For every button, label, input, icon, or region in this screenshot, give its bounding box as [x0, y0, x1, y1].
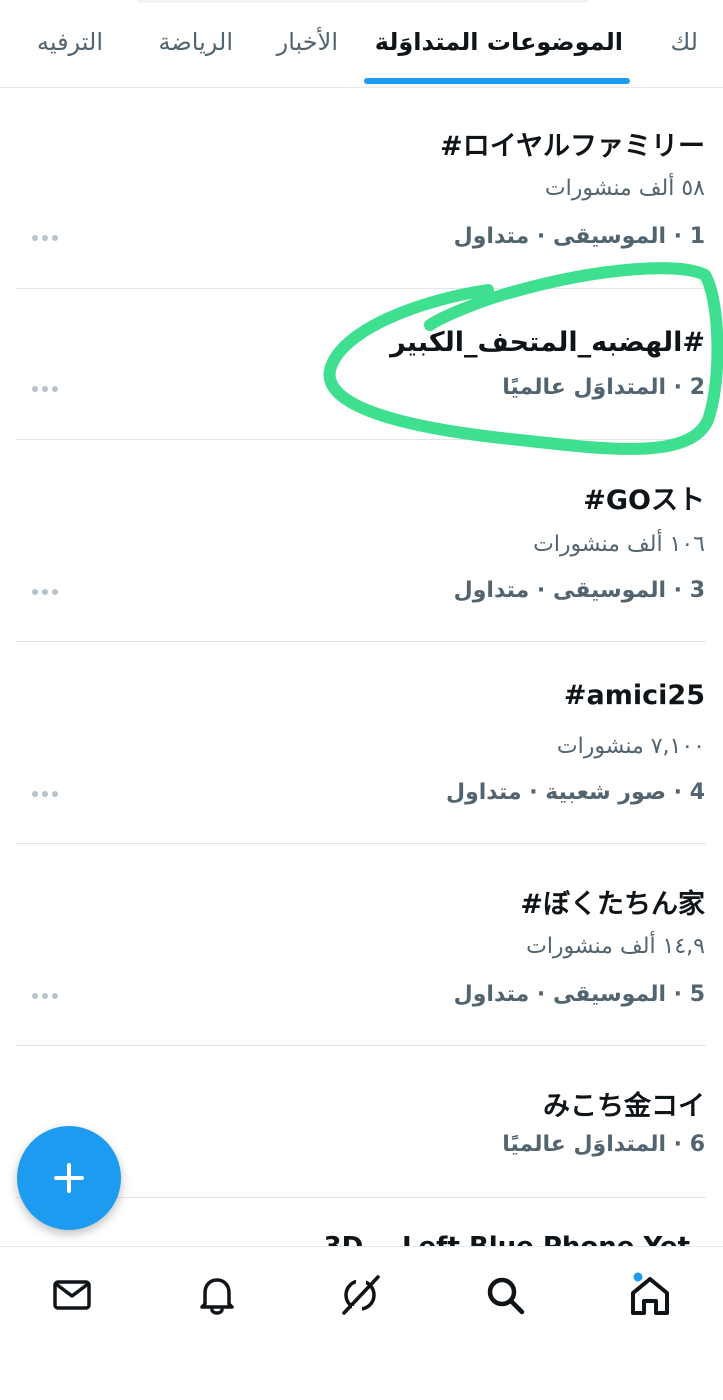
trend-item[interactable]: #ロイヤルファミリー ٥٨ ألف منشورات 1 · الموسيقى ·… — [0, 88, 723, 288]
search-icon[interactable] — [481, 1271, 529, 1319]
trend-meta: 2 · المتداوَل عالميًا — [502, 375, 705, 400]
trend-hashtag: #amici25 — [563, 680, 705, 711]
trend-item[interactable]: #الهضبه_المتحف_الكبير 2 · المتداوَل عالم… — [0, 289, 723, 439]
trend-meta: 6 · المتداوَل عالميًا — [502, 1132, 705, 1157]
more-horizontal-icon[interactable] — [32, 586, 62, 596]
tab-news[interactable]: الأخبار — [277, 28, 338, 56]
trend-hashtag: #ロイヤルファミリー — [440, 131, 705, 162]
notification-dot — [633, 1272, 643, 1282]
trend-meta: 4 · صور شعبية · متداول — [445, 780, 705, 805]
trend-meta: 5 · الموسيقى · متداول — [453, 982, 705, 1007]
trend-meta: 3 · الموسيقى · متداول — [453, 578, 705, 603]
bottom-nav — [0, 1246, 723, 1400]
divider — [16, 1197, 706, 1198]
trend-hashtag: #الهضبه_المتحف_الكبير — [390, 327, 705, 358]
trend-item[interactable]: #amici25 ٧,١٠٠ منشورات 4 · صور شعبية · م… — [0, 642, 723, 842]
more-horizontal-icon[interactable] — [32, 232, 62, 242]
trend-hashtag: みこち金コイ — [543, 1091, 705, 1122]
more-horizontal-icon[interactable] — [32, 990, 62, 1000]
compose-button[interactable] — [17, 1126, 121, 1230]
more-horizontal-icon[interactable] — [32, 383, 62, 393]
trend-post-count: ٧,١٠٠ منشورات — [556, 734, 705, 759]
notifications-icon[interactable] — [193, 1271, 241, 1319]
trend-meta: 1 · الموسيقى · متداول — [453, 224, 705, 249]
home-icon[interactable] — [626, 1271, 674, 1319]
tab-for-you[interactable]: لك — [670, 28, 698, 56]
active-tab-indicator — [364, 78, 630, 84]
messages-icon[interactable] — [48, 1271, 96, 1319]
tab-trending[interactable]: الموضوعات المتداوَلة — [375, 28, 623, 56]
grok-icon[interactable] — [336, 1271, 384, 1319]
trend-hashtag: #ぼくたちん家 — [520, 889, 705, 920]
tab-entertainment[interactable]: الترفيه — [37, 28, 103, 56]
trend-post-count: ١٠٦ ألف منشورات — [533, 532, 705, 557]
top-edge — [138, 0, 588, 3]
trend-hashtag: #GOスト — [583, 485, 705, 516]
tab-bar: لك الموضوعات المتداوَلة الأخبار الرياضة … — [0, 0, 723, 88]
trend-item[interactable]: #GOスト ١٠٦ ألف منشورات 3 · الموسيقى · متد… — [0, 440, 723, 640]
trend-item[interactable]: #ぼくたちん家 ١٤,٩ ألف منشورات 5 · الموسيقى · … — [0, 844, 723, 1044]
trend-post-count: ٥٨ ألف منشورات — [544, 176, 705, 201]
trend-post-count: ١٤,٩ ألف منشورات — [526, 934, 705, 959]
tab-sports[interactable]: الرياضة — [159, 28, 233, 56]
more-horizontal-icon[interactable] — [32, 788, 62, 798]
